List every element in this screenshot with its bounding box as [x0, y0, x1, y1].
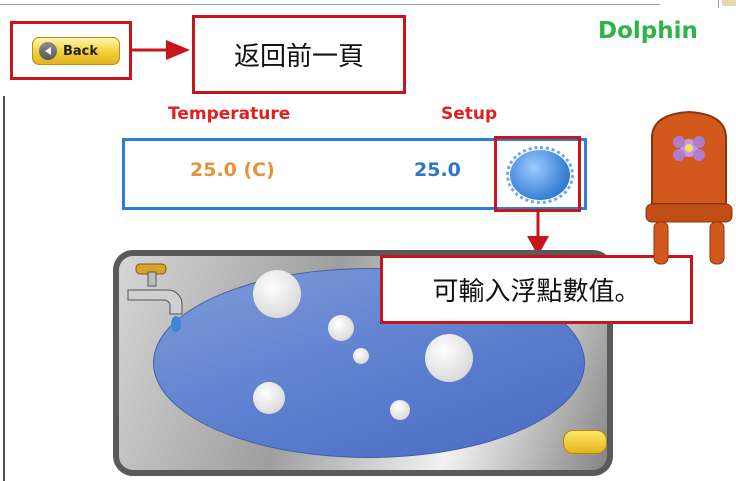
- back-button[interactable]: Back: [32, 37, 120, 65]
- bubble: [390, 400, 410, 420]
- bubble: [328, 315, 354, 341]
- frame-corner: [722, 0, 736, 6]
- page-title: Dolphin: [598, 18, 698, 44]
- temperature-value: 25.0 (C): [190, 159, 275, 181]
- back-button-label: Back: [63, 43, 99, 59]
- bubble: [353, 348, 369, 364]
- bubble: [425, 334, 473, 382]
- chair-icon: [645, 110, 733, 265]
- frame-divider: [718, 0, 719, 8]
- faucet-icon: [127, 263, 183, 332]
- back-callout-text: 返回前一頁: [233, 42, 364, 72]
- bubble: [253, 270, 301, 318]
- bubble: [253, 382, 285, 414]
- left-border: [3, 96, 5, 481]
- left-arrow-icon: [39, 42, 57, 60]
- back-callout: 返回前一頁: [192, 15, 406, 94]
- frame-line: [0, 4, 660, 5]
- setup-callout-text: 可輸入浮點數值。: [432, 277, 641, 307]
- temperature-label: Temperature: [168, 104, 291, 124]
- setup-value: 25.0: [414, 159, 461, 181]
- setup-label: Setup: [441, 104, 498, 124]
- setup-highlight: [494, 136, 581, 212]
- soap-icon: [563, 430, 607, 454]
- window-frame-top: [0, 0, 736, 8]
